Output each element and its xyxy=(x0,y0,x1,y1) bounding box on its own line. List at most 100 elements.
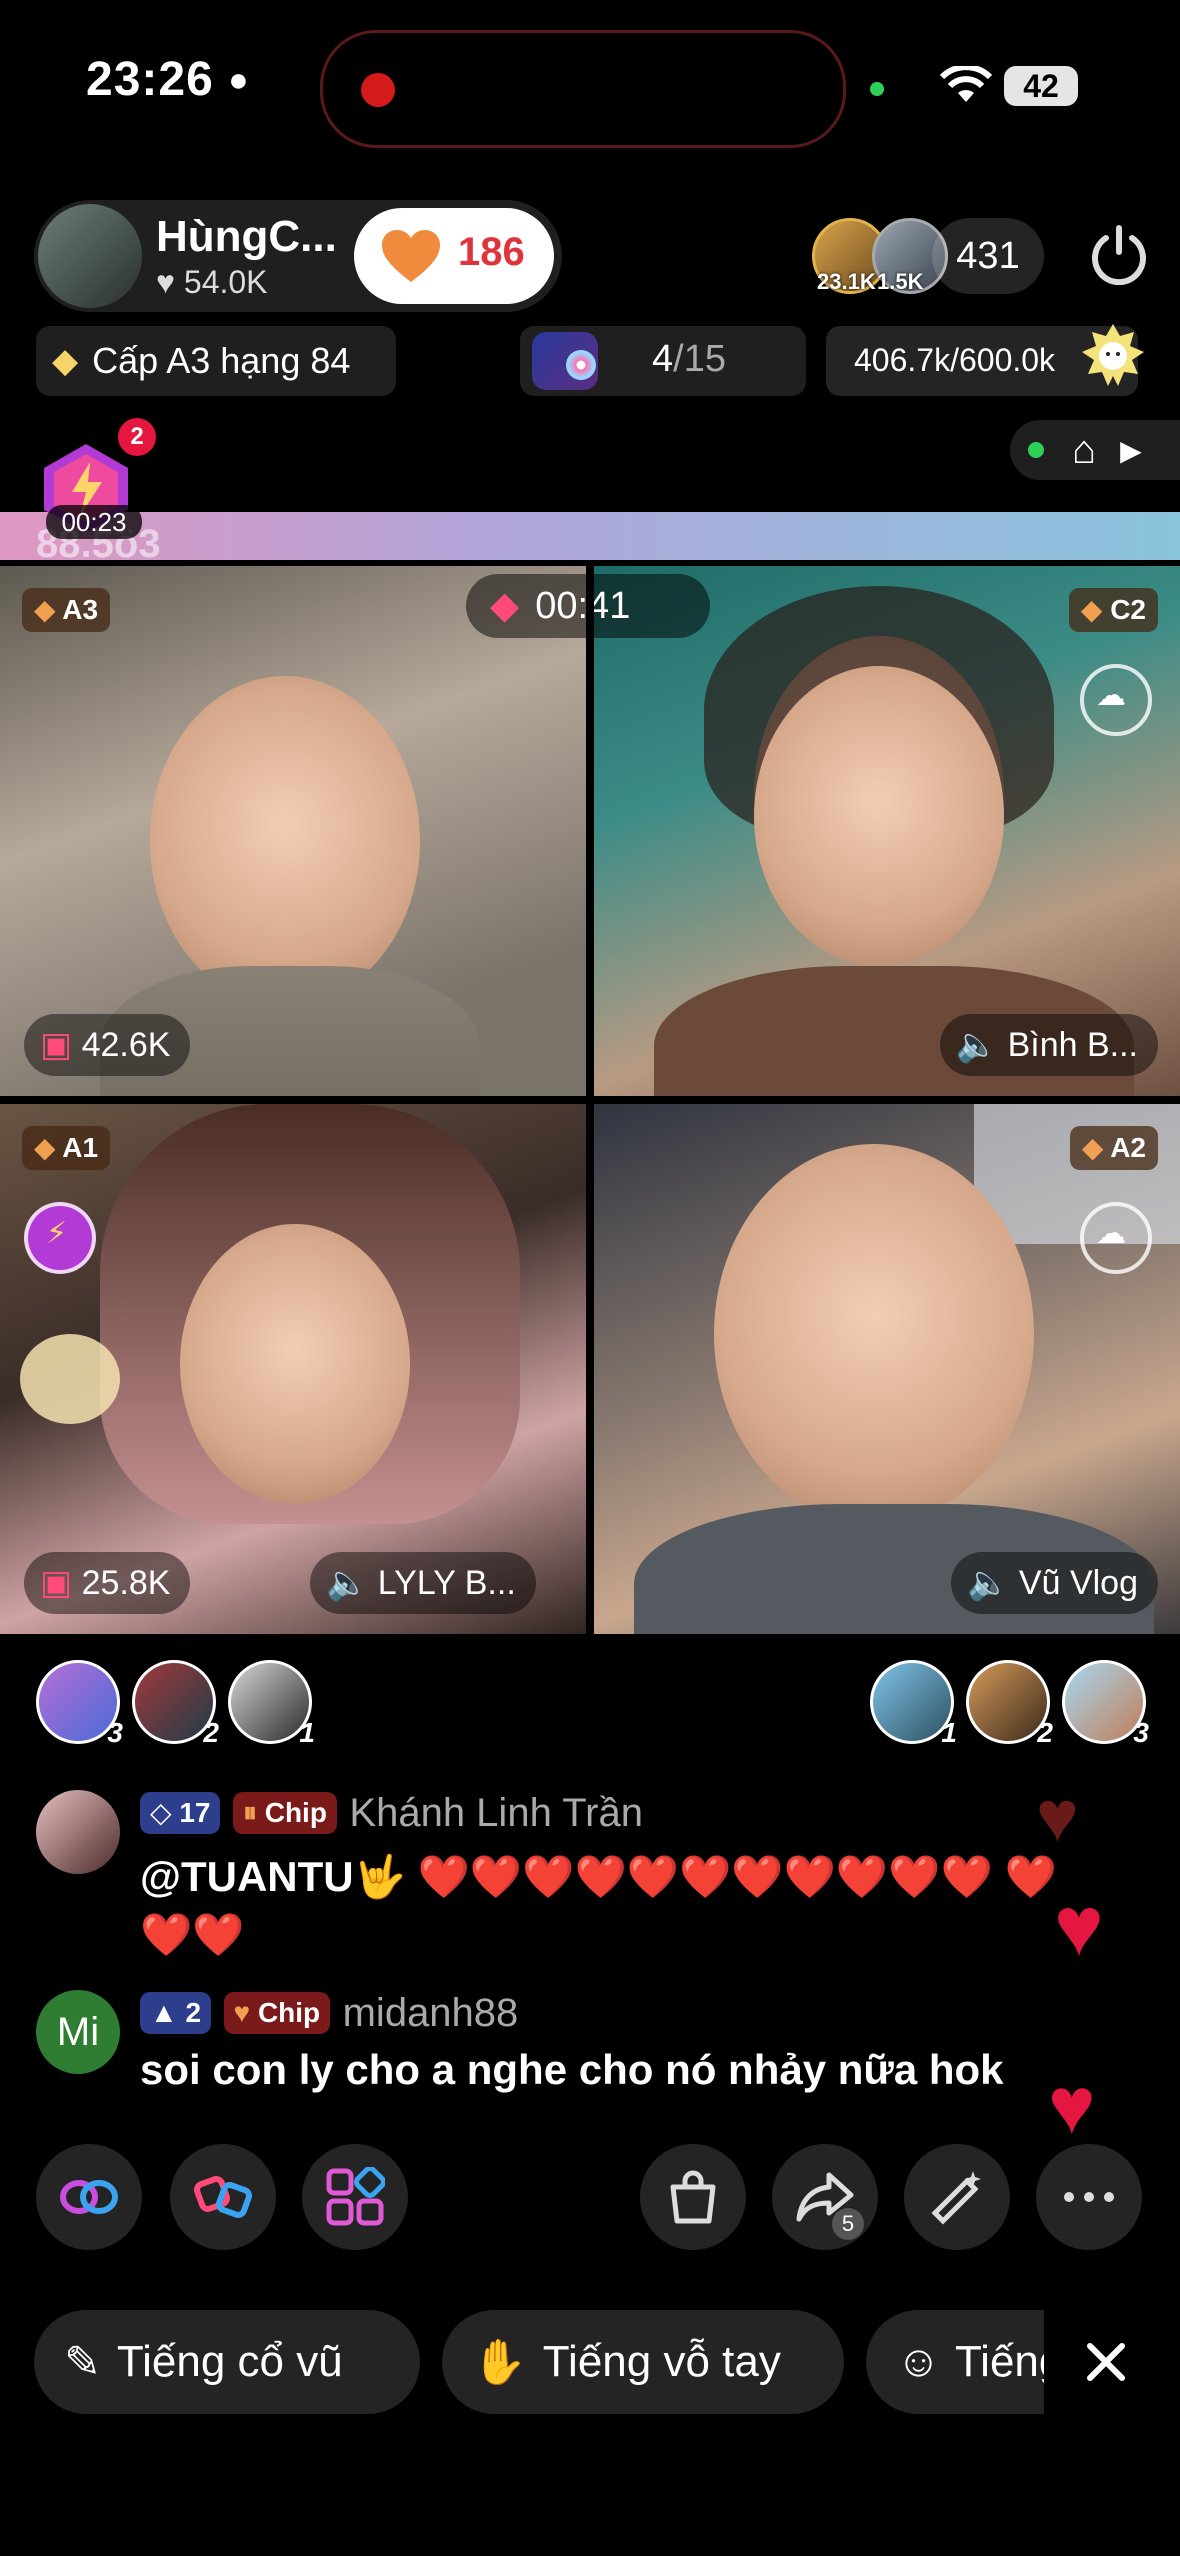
guest-name-pill[interactable]: 🔈 Vũ Vlog xyxy=(951,1552,1158,1614)
guest-video-3[interactable]: ◆ A1 ⚡ ▣ 25.8K 🔈 LYLY B... xyxy=(0,1104,586,1634)
camera-indicator-dot xyxy=(870,82,884,96)
chip-badge: ⏸ Chip xyxy=(232,1792,337,1834)
target-pill[interactable]: 406.7k/600.0k xyxy=(826,324,1144,396)
diamond-icon: ◆ xyxy=(34,594,56,625)
chevron-right-icon[interactable]: ▶ xyxy=(1120,434,1142,467)
host-likes-value: 54.0K xyxy=(183,264,268,300)
supporter-avatar[interactable]: 3 xyxy=(36,1660,123,1748)
rank-tag-label: A3 xyxy=(62,594,99,625)
notification-badge: 2 xyxy=(118,418,156,456)
host-name: HùngC... xyxy=(156,212,337,261)
rank-tag-label: C2 xyxy=(1110,594,1146,625)
power-icon[interactable] xyxy=(1086,222,1152,288)
supporter-avatar[interactable]: 1 xyxy=(228,1660,315,1748)
rank-label: Cấp A3 hạng 84 xyxy=(92,340,351,381)
share-button[interactable]: 5 xyxy=(772,2144,878,2250)
trophy-icon xyxy=(1082,324,1144,386)
progress-text: 4/15 xyxy=(652,338,726,381)
guest-video-4[interactable]: ◆ A2 ☁ 🔈 Vũ Vlog xyxy=(594,1104,1180,1634)
speaker-icon: 🔈 xyxy=(955,1026,999,1064)
close-icon[interactable] xyxy=(1078,2334,1134,2390)
battle-swords-icon: ◆ xyxy=(490,585,520,627)
gift-count: 25.8K xyxy=(81,1564,171,1602)
host-card[interactable]: HùngC... ♥ 54.0K 186 xyxy=(34,200,562,312)
floating-heart-icon: ♥ xyxy=(1036,1777,1079,1857)
magic-wand-icon xyxy=(931,2171,981,2225)
shop-button[interactable] xyxy=(640,2144,746,2250)
top-controls[interactable]: ⌂ ▶ xyxy=(1010,420,1180,480)
heart-icon xyxy=(382,230,440,282)
speaker-icon: 🔈 xyxy=(326,1564,369,1602)
battle-button[interactable] xyxy=(170,2144,276,2250)
supporter-rank: 1 xyxy=(299,1717,315,1748)
gift-icon: ▣ xyxy=(40,1564,73,1602)
phrase-cheer[interactable]: ✎ Tiếng cổ vũ xyxy=(34,2310,420,2414)
cloud-icon[interactable]: ☁ xyxy=(1080,1202,1152,1274)
chip-label: Chip xyxy=(264,1797,327,1828)
phrase-label: Tiếng cổ vũ xyxy=(116,2337,343,2386)
chat-username[interactable]: Khánh Linh Trần xyxy=(349,1791,643,1835)
target-text: 406.7k/600.0k xyxy=(854,342,1056,378)
guest-name-pill[interactable]: 🔈 Bình B... xyxy=(939,1014,1158,1076)
mission-progress[interactable]: 4/15 xyxy=(520,326,806,396)
like-count: 186 xyxy=(458,230,525,274)
floating-heart-icon: ♥ xyxy=(1054,1879,1104,1973)
effects-button[interactable] xyxy=(904,2144,1010,2250)
home-icon[interactable]: ⌂ xyxy=(1072,428,1096,473)
gift-count: 42.6K xyxy=(81,1026,171,1064)
guest-video-2[interactable]: ◆ C2 ☁ 🔈 Bình B... xyxy=(594,566,1180,1096)
battle-swords-icon xyxy=(194,2176,252,2218)
chip-badge: ♥ Chip xyxy=(223,1992,331,2034)
guest-video-1[interactable]: ◆ A3 ▣ 42.6K xyxy=(0,566,586,1096)
chat-avatar[interactable] xyxy=(36,1790,120,1874)
supporter-avatar[interactable]: 2 xyxy=(966,1660,1053,1748)
phrase-clap[interactable]: ✋ Tiếng vỗ tay xyxy=(442,2310,844,2414)
battery-indicator: 42 xyxy=(1004,66,1078,106)
more-dots-icon xyxy=(1064,2192,1114,2202)
more-button[interactable] xyxy=(1036,2144,1142,2250)
apps-button[interactable] xyxy=(302,2144,408,2250)
floating-heart-icon: ♥ xyxy=(1048,2061,1096,2150)
chat-avatar[interactable]: Mi xyxy=(36,1990,120,2074)
chat-username[interactable]: midanh88 xyxy=(343,1991,519,2035)
gift-count-pill[interactable]: ▣ 42.6K xyxy=(24,1014,191,1076)
gift-icon: ▣ xyxy=(40,1026,73,1064)
link-button[interactable] xyxy=(36,2144,142,2250)
rank-tag: ◆ A1 xyxy=(22,1126,111,1170)
diamond-icon: ◆ xyxy=(1081,1132,1104,1163)
host-likes: ♥ 54.0K xyxy=(156,264,268,301)
dynamic-island xyxy=(320,30,846,148)
clap-icon: ✋ xyxy=(472,2338,527,2387)
supporter-avatar[interactable]: 1 xyxy=(870,1660,957,1748)
battle-timer: 00:23 xyxy=(46,505,142,539)
phrase-more[interactable]: ☺ Tiếng xyxy=(866,2310,1044,2414)
score-strip xyxy=(0,512,1180,560)
rank-tag-label: A1 xyxy=(62,1132,99,1163)
level-badge: ▲ 2 xyxy=(140,1992,212,2034)
supporter-rank: 3 xyxy=(107,1717,123,1748)
smile-icon: ☺ xyxy=(896,2337,941,2386)
guest-name-pill[interactable]: 🔈 LYLY B... xyxy=(310,1552,536,1614)
viewer-count[interactable]: 431 xyxy=(932,218,1044,294)
heart-icon: ♥ xyxy=(156,264,175,300)
chat-text: soi con ly cho a nghe cho nó nhảy nữa ho… xyxy=(140,2046,1004,2093)
lightning-icon[interactable]: ⚡ xyxy=(24,1202,96,1274)
cloud-icon[interactable]: ☁ xyxy=(1080,664,1152,736)
gift-count-pill[interactable]: ▣ 25.8K xyxy=(24,1552,191,1614)
like-button[interactable]: 186 xyxy=(354,208,554,304)
chip-label: Chip xyxy=(257,1997,321,2028)
supporter-avatar[interactable]: 2 xyxy=(132,1660,219,1748)
guest-name: Bình B... xyxy=(1007,1026,1138,1064)
supporter-avatar[interactable]: 3 xyxy=(1062,1660,1149,1748)
shopping-bag-icon xyxy=(670,2170,716,2224)
host-avatar[interactable] xyxy=(38,204,142,308)
supporter-rank: 1 xyxy=(941,1717,957,1748)
supporter-rank: 2 xyxy=(203,1717,219,1748)
viewer-badge: 1.5K xyxy=(877,269,924,294)
diamond-icon: ◇ xyxy=(150,1797,172,1828)
phrase-label: Tiếng xyxy=(954,2337,1044,2386)
guest-name: LYLY B... xyxy=(377,1564,516,1602)
person-icon: ● xyxy=(228,61,250,99)
supporter-rank: 3 xyxy=(1133,1717,1149,1748)
rank-pill[interactable]: ◆ Cấp A3 hạng 84 xyxy=(36,326,396,396)
